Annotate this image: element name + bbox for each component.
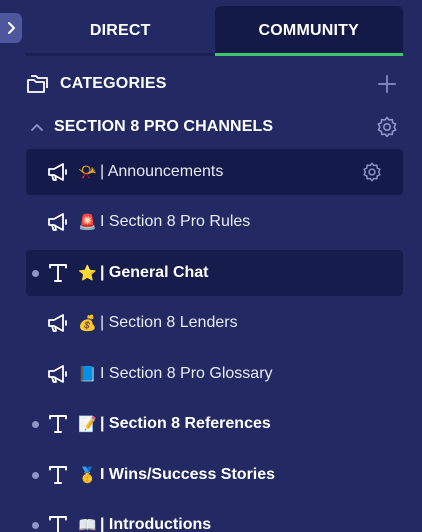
channel-item[interactable]: ⭐ | General Chat bbox=[26, 250, 403, 296]
sidebar-toggle-button[interactable] bbox=[0, 13, 22, 43]
megaphone-icon bbox=[48, 163, 67, 181]
channel-item[interactable]: 📯 | Announcements bbox=[26, 149, 403, 195]
tab-community[interactable]: COMMUNITY bbox=[214, 6, 403, 56]
folders-icon bbox=[27, 75, 48, 93]
channel-emoji: 📯 bbox=[78, 163, 97, 181]
channel-item[interactable]: 💰 | Section 8 Lenders bbox=[26, 300, 403, 346]
channel-name: ⭐ | General Chat bbox=[78, 250, 209, 296]
channel-emoji: ⭐ bbox=[78, 264, 97, 282]
channel-item[interactable]: 📖 | Introductions bbox=[26, 502, 403, 532]
channel-item[interactable]: 🚨 I Section 8 Pro Rules bbox=[26, 199, 403, 245]
tab-bar: DIRECT COMMUNITY bbox=[26, 6, 403, 56]
categories-header: CATEGORIES bbox=[26, 70, 403, 98]
channel-label: I Section 8 Pro Rules bbox=[100, 213, 251, 230]
channel-item[interactable]: 📝 | Section 8 References bbox=[26, 401, 403, 447]
channel-label: | Announcements bbox=[100, 163, 224, 180]
section-settings-gear-icon[interactable] bbox=[375, 115, 399, 139]
channel-emoji: 📘 bbox=[78, 365, 97, 383]
channel-name: 📝 | Section 8 References bbox=[78, 401, 271, 447]
text-channel-icon bbox=[49, 516, 67, 532]
channel-label: | Section 8 References bbox=[100, 415, 271, 432]
channel-name: 📘 I Section 8 Pro Glossary bbox=[78, 351, 273, 397]
categories-label: CATEGORIES bbox=[60, 75, 167, 92]
channel-emoji: 💰 bbox=[78, 314, 97, 332]
channel-item[interactable]: 📘 I Section 8 Pro Glossary bbox=[26, 351, 403, 397]
channel-label: | Introductions bbox=[100, 516, 212, 532]
section-header[interactable]: SECTION 8 PRO CHANNELS bbox=[26, 113, 403, 141]
channel-emoji: 📝 bbox=[78, 415, 97, 433]
channel-emoji: 🚨 bbox=[78, 213, 97, 231]
channel-emoji: 📖 bbox=[78, 516, 97, 532]
tab-direct[interactable]: DIRECT bbox=[26, 6, 215, 56]
channel-label: | General Chat bbox=[100, 264, 209, 281]
unread-dot bbox=[32, 270, 39, 277]
text-channel-icon bbox=[49, 415, 67, 433]
chevron-up-icon[interactable] bbox=[29, 121, 45, 133]
channel-settings-gear-icon[interactable] bbox=[361, 161, 383, 183]
channel-label: | Section 8 Lenders bbox=[100, 314, 238, 331]
text-channel-icon bbox=[49, 466, 67, 484]
megaphone-icon bbox=[48, 213, 67, 231]
unread-dot bbox=[32, 472, 39, 479]
text-channel-icon bbox=[49, 264, 67, 282]
channel-item[interactable]: 🥇 I Wins/Success Stories bbox=[26, 452, 403, 498]
add-category-button[interactable] bbox=[377, 74, 397, 94]
megaphone-icon bbox=[48, 365, 67, 383]
unread-dot bbox=[32, 421, 39, 428]
channel-name: 🥇 I Wins/Success Stories bbox=[78, 452, 275, 498]
channel-name: 💰 | Section 8 Lenders bbox=[78, 300, 238, 346]
chevron-right-icon bbox=[8, 22, 15, 34]
section-title: SECTION 8 PRO CHANNELS bbox=[54, 118, 274, 135]
unread-dot bbox=[32, 522, 39, 529]
channel-name: 📯 | Announcements bbox=[78, 149, 223, 195]
channel-name: 🚨 I Section 8 Pro Rules bbox=[78, 199, 250, 245]
channel-label: I Wins/Success Stories bbox=[100, 466, 276, 483]
channel-label: I Section 8 Pro Glossary bbox=[100, 365, 273, 382]
channel-emoji: 🥇 bbox=[78, 466, 97, 484]
channel-name: 📖 | Introductions bbox=[78, 502, 211, 532]
megaphone-icon bbox=[48, 314, 67, 332]
